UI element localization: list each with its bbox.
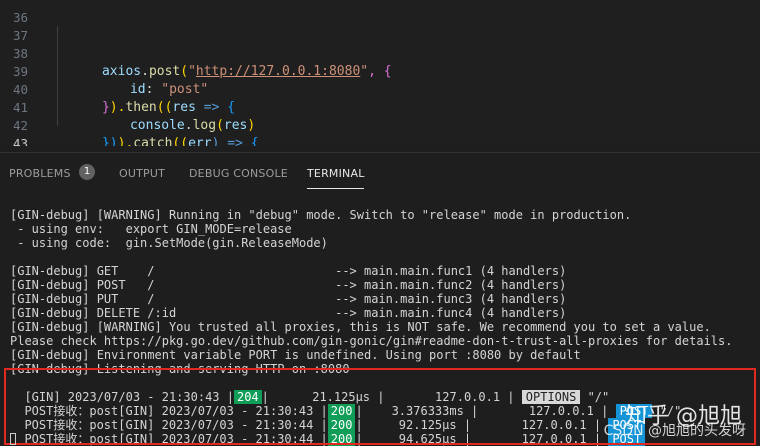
terminal-line: Please check https://pkg.go.dev/github.c… xyxy=(10,334,733,348)
watermark-sub: CSDN @旭旭的头发呀 xyxy=(603,423,746,439)
code-line-43[interactable]: 43 }) xyxy=(0,117,760,146)
terminal-line: - using code: gin.SetMode(gin.ReleaseMod… xyxy=(10,236,328,250)
tab-debug-console[interactable]: DEBUG CONSOLE xyxy=(189,167,288,180)
terminal-line: [GIN-debug] GET / --> main.main.func1 (4… xyxy=(10,264,567,278)
terminal-line: - using env: export GIN_MODE=release xyxy=(10,222,292,236)
terminal-line: [GIN-debug] [WARNING] You trusted all pr… xyxy=(10,320,711,334)
tab-terminal[interactable]: TERMINAL xyxy=(307,167,365,180)
code-line-39[interactable]: 39 }).then((res => { xyxy=(0,45,760,115)
code-editor[interactable]: 36 37 axios.post("http://127.0.0.1:8080"… xyxy=(0,0,760,146)
terminal-line: [GIN-debug] PUT / --> main.main.func3 (4… xyxy=(10,292,567,306)
panel-tabs: PROBLEMS 1 OUTPUT DEBUG CONSOLE TERMINAL xyxy=(0,153,760,191)
active-tab-indicator xyxy=(307,188,364,189)
terminal-line: [GIN-debug] POST / --> main.main.func2 (… xyxy=(10,278,567,292)
code-line-40[interactable]: 40 console.log(res) xyxy=(0,63,760,133)
problems-count-badge: 1 xyxy=(79,164,95,180)
code-line-42[interactable]: 42 console.log(err) xyxy=(0,99,760,133)
terminal-line: [GIN-debug] [WARNING] Running in "debug"… xyxy=(10,208,632,222)
code-line-41[interactable]: 41 })).catch((err) => { xyxy=(0,81,760,146)
code-line-37[interactable]: 37 axios.post("http://127.0.0.1:8080", { xyxy=(0,9,760,79)
tab-problems[interactable]: PROBLEMS xyxy=(9,167,71,180)
terminal-line: [GIN-debug] DELETE /:id --> main.main.fu… xyxy=(10,306,567,320)
line-number: 43 xyxy=(12,136,28,146)
terminal-line: [GIN-debug] Environment variable PORT is… xyxy=(10,348,581,362)
code-line-38[interactable]: 38 id: "post" xyxy=(0,27,760,97)
code-line-36: 36 xyxy=(0,0,760,25)
tab-output[interactable]: OUTPUT xyxy=(119,167,165,180)
terminal-cursor xyxy=(10,433,16,445)
